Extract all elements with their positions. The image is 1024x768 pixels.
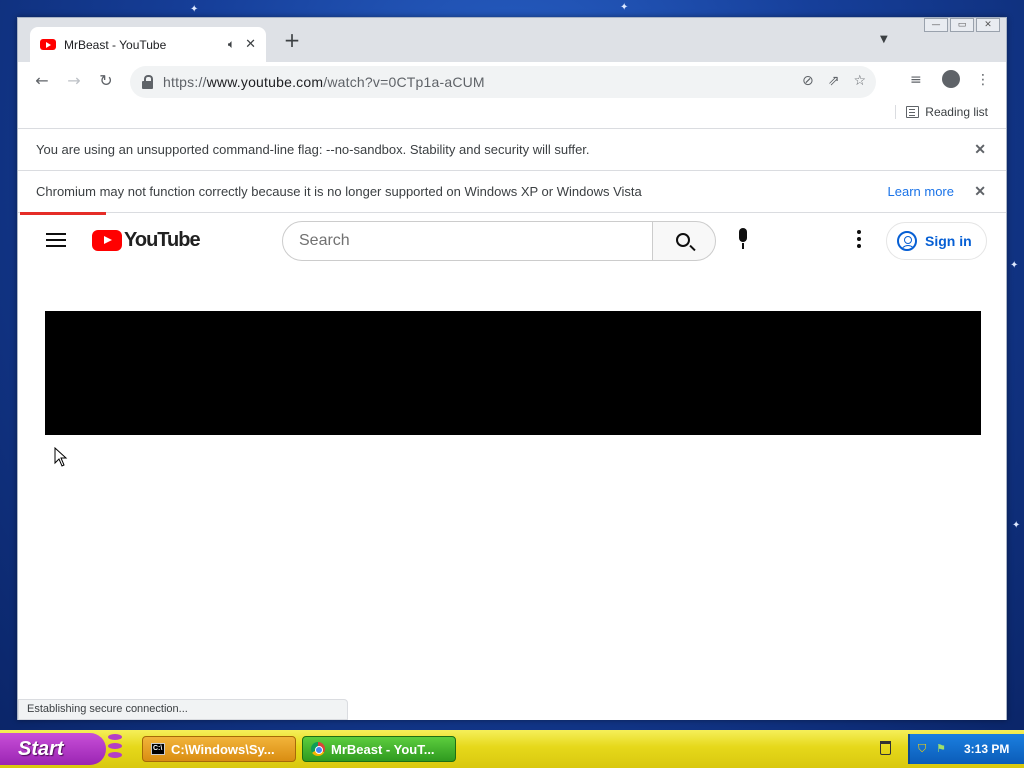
microphone-icon[interactable] — [738, 228, 748, 254]
recycle-bin-icon[interactable] — [880, 741, 891, 755]
url-scheme: https:// — [163, 74, 207, 90]
infobar-no-sandbox: You are using an unsupported command-lin… — [18, 128, 1006, 170]
youtube-header: YouTube Sign in — [18, 213, 1006, 269]
tab-youtube[interactable]: MrBeast - YouTube 🔈︎ ✕ — [30, 27, 266, 62]
bookmarks-bar: Reading list — [18, 102, 1006, 128]
reading-list-label: Reading list — [925, 105, 988, 119]
search-icon — [676, 233, 690, 247]
sparkle-decoration: ✦ — [190, 4, 199, 15]
star-bookmark-icon[interactable]: ☆ — [853, 73, 866, 89]
mouse-cursor-icon — [54, 446, 68, 471]
back-button[interactable]: ← — [30, 69, 54, 93]
youtube-logo[interactable]: YouTube — [92, 229, 201, 252]
search-button[interactable] — [652, 221, 716, 261]
address-bar[interactable]: https://www.youtube.com/watch?v=0CTp1a-a… — [130, 66, 876, 98]
start-button[interactable]: Start — [0, 733, 106, 765]
omnibox-actions: ⊘ ⇗ ☆ — [802, 73, 866, 89]
clock[interactable]: 3:13 PM — [964, 742, 1009, 756]
close-tab-icon[interactable]: ✕ — [245, 37, 256, 52]
browser-menu-icon[interactable]: ⋮ — [976, 72, 990, 88]
close-icon[interactable]: ✕ — [974, 141, 986, 158]
reading-list-icon — [906, 106, 920, 118]
taskbar-item-chromium[interactable]: MrBeast - YouT... — [302, 736, 456, 762]
infobar-message: You are using an unsupported command-lin… — [36, 142, 590, 157]
forward-button[interactable]: → — [62, 69, 86, 93]
close-window-button[interactable]: ✕ — [976, 18, 1000, 32]
restore-button[interactable]: ▭ — [950, 18, 974, 32]
tab-strip: MrBeast - YouTube 🔈︎ ✕ + ▼ — ▭ ✕ — [18, 18, 1006, 62]
tab-title: MrBeast - YouTube — [64, 37, 167, 52]
learn-more-link[interactable]: Learn more — [888, 184, 954, 199]
close-icon[interactable]: ✕ — [974, 183, 986, 200]
taskbar-item-label: C:\Windows\Sy... — [171, 741, 275, 757]
more-options-icon[interactable] — [854, 230, 864, 250]
taskbar-item-label: MrBeast - YouT... — [331, 741, 435, 757]
video-player[interactable] — [45, 311, 981, 435]
url-host: www.youtube.com — [206, 74, 324, 90]
chromium-icon — [311, 742, 325, 756]
page-content: YouTube Sign in Establishing secure conn… — [18, 212, 1006, 720]
start-decoration-icon — [108, 734, 124, 764]
infobar-message: Chromium may not function correctly beca… — [36, 184, 642, 199]
system-tray: ⛉ ⚑ 3:13 PM — [908, 734, 1024, 764]
window-controls: — ▭ ✕ — [924, 18, 1000, 32]
search-input[interactable] — [299, 232, 619, 250]
media-control-icon[interactable]: ≡ — [910, 72, 922, 88]
browser-window: MrBeast - YouTube 🔈︎ ✕ + ▼ — ▭ ✕ ← → ↻ h… — [17, 17, 1007, 720]
hamburger-menu-icon[interactable] — [46, 233, 66, 247]
url-text[interactable]: https://www.youtube.com/watch?v=0CTp1a-a… — [163, 74, 485, 90]
eye-slash-icon[interactable]: ⊘ — [802, 73, 814, 89]
speaker-icon[interactable]: 🔈︎ — [228, 37, 235, 52]
sparkle-decoration: ✦ — [1012, 520, 1021, 531]
taskbar: Start C:\ C:\Windows\Sy... MrBeast - You… — [0, 730, 1024, 768]
account-circle-icon — [897, 231, 917, 251]
infobar-unsupported-os: Chromium may not function correctly beca… — [18, 170, 1006, 212]
network-icon[interactable]: ⚑ — [936, 743, 948, 755]
shield-icon[interactable]: ⛉ — [918, 743, 930, 755]
taskbar-item-cmd[interactable]: C:\ C:\Windows\Sy... — [142, 736, 296, 762]
new-tab-button[interactable]: + — [282, 30, 302, 50]
reading-list-button[interactable]: Reading list — [895, 105, 988, 119]
url-path: /watch?v=0CTp1a-aCUM — [323, 74, 485, 90]
youtube-logo-text: YouTube — [124, 229, 201, 251]
search-field[interactable] — [282, 221, 654, 261]
sparkle-decoration: ✦ — [1010, 260, 1019, 271]
chevron-down-icon[interactable]: ▼ — [880, 34, 888, 45]
browser-toolbar: ← → ↻ https://www.youtube.com/watch?v=0C… — [18, 62, 1006, 102]
youtube-play-logo-icon — [92, 230, 122, 251]
sign-in-label: Sign in — [925, 233, 972, 249]
sign-in-button[interactable]: Sign in — [886, 222, 987, 260]
share-icon[interactable]: ⇗ — [828, 73, 840, 89]
reload-button[interactable]: ↻ — [94, 69, 118, 93]
status-bubble: Establishing secure connection... — [18, 699, 348, 720]
command-prompt-icon: C:\ — [151, 743, 165, 755]
profile-icon[interactable] — [942, 70, 960, 92]
youtube-favicon-icon — [40, 39, 56, 50]
minimize-button[interactable]: — — [924, 18, 948, 32]
lock-icon[interactable] — [142, 75, 153, 89]
sparkle-decoration: ✦ — [620, 2, 629, 13]
